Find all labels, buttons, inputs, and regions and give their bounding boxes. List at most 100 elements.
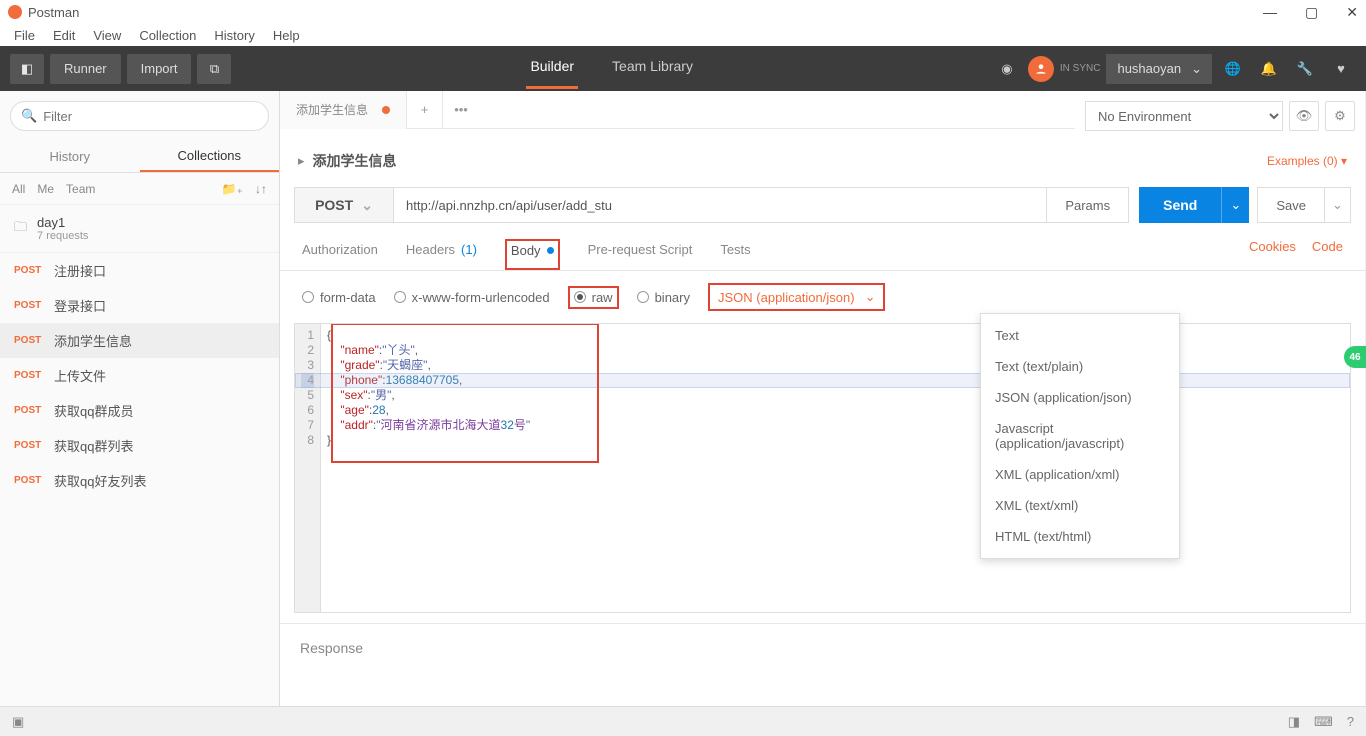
unsaved-dot-icon [382, 106, 390, 114]
menu-history[interactable]: History [206, 26, 262, 45]
toggle-sidebar-icon[interactable]: ◧ [10, 54, 44, 84]
content-type-option[interactable]: Text [981, 320, 1179, 351]
content-type-option[interactable]: Javascript (application/javascript) [981, 413, 1179, 459]
maximize-icon[interactable]: ▢ [1305, 4, 1318, 21]
chevron-down-icon: ⌄ [1191, 61, 1202, 77]
subtab-headers[interactable]: Headers (1) [406, 239, 477, 270]
save-button[interactable]: Save [1257, 187, 1325, 223]
method-badge: POST [14, 335, 44, 346]
method-badge: POST [14, 300, 44, 311]
minimize-icon[interactable]: — [1263, 4, 1277, 21]
satellite-icon[interactable]: ◉ [992, 54, 1022, 84]
new-window-icon[interactable]: ⧉ [197, 54, 231, 84]
url-input[interactable] [394, 187, 1047, 223]
sidebar-request-item[interactable]: POST 添加学生信息 [0, 323, 279, 358]
examples-dropdown[interactable]: Examples (0) ▾ [1267, 154, 1347, 168]
sidebar-search[interactable]: 🔍 [10, 101, 269, 131]
request-label: 添加学生信息 [54, 331, 132, 350]
breadcrumb-caret-icon[interactable]: ▸ [298, 153, 305, 169]
environment-select[interactable]: No Environment [1085, 101, 1283, 131]
tab-options-icon[interactable]: ••• [443, 91, 479, 129]
statusbar-keyboard-icon[interactable]: ⌨ [1314, 714, 1333, 730]
search-icon: 🔍 [21, 108, 37, 124]
globe-icon[interactable]: 🌐 [1218, 54, 1248, 84]
radio-binary[interactable]: binary [637, 290, 690, 305]
sync-status: IN SYNC [1060, 63, 1101, 74]
menu-file[interactable]: File [6, 26, 43, 45]
collection-folder[interactable]: 🗀 day1 7 requests [0, 205, 279, 253]
sidebar-request-item[interactable]: POST注册接口 [0, 253, 279, 288]
sidebar-tab-history[interactable]: History [0, 141, 140, 172]
filter-all[interactable]: All [12, 182, 25, 196]
env-preview-icon[interactable]: 👁 [1289, 101, 1319, 131]
radio-formdata[interactable]: form-data [302, 290, 376, 305]
radio-urlencoded[interactable]: x-www-form-urlencoded [394, 290, 550, 305]
menu-edit[interactable]: Edit [45, 26, 83, 45]
window-title: Postman [28, 5, 79, 20]
body-editor[interactable]: 12345678 { "name":"丫头", "grade":"天蝎座", "… [294, 323, 1351, 613]
request-tab[interactable]: 添加学生信息 [280, 91, 407, 129]
username: hushaoyan [1117, 61, 1181, 76]
subtab-tests[interactable]: Tests [720, 239, 750, 270]
tab-team-library[interactable]: Team Library [608, 58, 697, 89]
code-link[interactable]: Code [1312, 239, 1343, 270]
request-tabs: 添加学生信息 + ••• [280, 91, 1075, 129]
subtab-body[interactable]: Body [505, 239, 560, 270]
filter-input[interactable] [43, 109, 258, 124]
response-label: Response [300, 640, 363, 656]
menu-help[interactable]: Help [265, 26, 308, 45]
import-button[interactable]: Import [127, 54, 192, 84]
send-button[interactable]: Send [1139, 187, 1221, 223]
content-type-menu: TextText (text/plain)JSON (application/j… [980, 313, 1180, 559]
chevron-down-icon: ⌄ [865, 289, 876, 305]
radio-raw[interactable]: raw [568, 286, 619, 309]
line-gutter: 12345678 [295, 324, 321, 612]
wrench-icon[interactable]: 🔧 [1290, 54, 1320, 84]
content-type-dropdown[interactable]: JSON (application/json) ⌄ [708, 283, 885, 311]
request-tab-title: 添加学生信息 [296, 101, 368, 118]
filter-me[interactable]: Me [37, 182, 54, 196]
chevron-down-icon: ⌄ [361, 197, 373, 214]
sidebar-tab-collections[interactable]: Collections [140, 141, 280, 172]
sidebar-request-item[interactable]: POST登录接口 [0, 288, 279, 323]
statusbar: ▣ ◨ ⌨ ? [0, 706, 1366, 736]
menu-collection[interactable]: Collection [131, 26, 204, 45]
content-type-option[interactable]: Text (text/plain) [981, 351, 1179, 382]
statusbar-console-icon[interactable]: ▣ [12, 714, 24, 730]
content-type-option[interactable]: JSON (application/json) [981, 382, 1179, 413]
cookies-link[interactable]: Cookies [1249, 239, 1296, 270]
subtab-prerequest[interactable]: Pre-request Script [588, 239, 693, 270]
content-type-option[interactable]: XML (text/xml) [981, 490, 1179, 521]
sidebar-request-item[interactable]: POST获取qq好友列表 [0, 463, 279, 498]
close-icon[interactable]: ✕ [1346, 4, 1358, 21]
method-select[interactable]: POST⌄ [294, 187, 394, 223]
env-settings-icon[interactable]: ⚙ [1325, 101, 1355, 131]
save-caret[interactable]: ⌄ [1325, 187, 1351, 223]
sort-icon[interactable]: ↓↑ [255, 182, 267, 196]
toolbar-center-tabs: Builder Team Library [231, 53, 991, 84]
send-caret[interactable]: ⌄ [1221, 187, 1249, 223]
bell-icon[interactable]: 🔔 [1254, 54, 1284, 84]
tab-builder[interactable]: Builder [526, 58, 578, 89]
active-line-highlight [295, 373, 1350, 388]
add-folder-icon[interactable]: 📁₊ [222, 182, 243, 196]
content-type-option[interactable]: HTML (text/html) [981, 521, 1179, 552]
heart-icon[interactable]: ♥ [1326, 54, 1356, 84]
user-dropdown[interactable]: hushaoyan ⌄ [1106, 54, 1212, 84]
sidebar-request-item[interactable]: POST上传文件 [0, 358, 279, 393]
runner-button[interactable]: Runner [50, 54, 121, 84]
subtab-authorization[interactable]: Authorization [302, 239, 378, 270]
statusbar-panel-icon[interactable]: ◨ [1288, 714, 1300, 730]
content-type-option[interactable]: XML (application/xml) [981, 459, 1179, 490]
statusbar-help-icon[interactable]: ? [1347, 714, 1354, 729]
filter-team[interactable]: Team [66, 182, 95, 196]
sidebar-request-item[interactable]: POST获取qq群成员 [0, 393, 279, 428]
avatar[interactable] [1028, 56, 1054, 82]
code-content[interactable]: { "name":"丫头", "grade":"天蝎座", "phone":13… [321, 324, 536, 612]
add-tab-button[interactable]: + [407, 91, 443, 129]
app-logo-icon [8, 5, 22, 19]
params-button[interactable]: Params [1047, 187, 1129, 223]
menu-view[interactable]: View [85, 26, 129, 45]
sidebar-request-item[interactable]: POST获取qq群列表 [0, 428, 279, 463]
floating-badge[interactable]: 46 [1344, 346, 1366, 368]
